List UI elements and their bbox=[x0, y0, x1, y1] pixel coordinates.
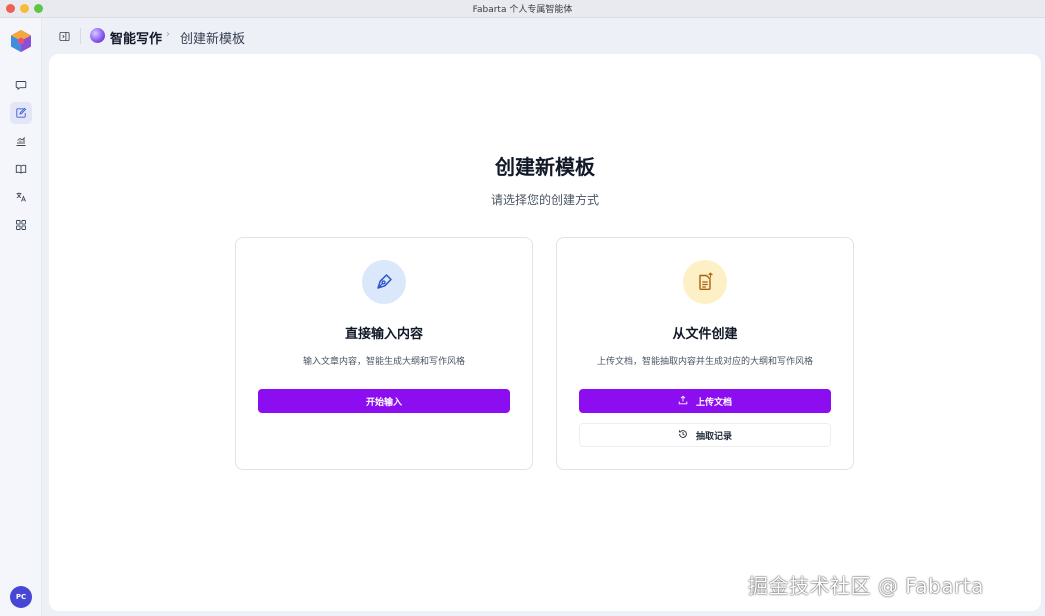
user-avatar[interactable]: PC bbox=[10, 586, 32, 608]
sidebar-toggle-icon bbox=[59, 27, 70, 46]
card-description: 输入文章内容，智能生成大纲和写作风格 bbox=[302, 357, 465, 367]
sidebar-item-apps[interactable] bbox=[10, 214, 32, 236]
document-upload-icon bbox=[683, 260, 727, 304]
card-title: 从文件创建 bbox=[672, 327, 738, 342]
divider bbox=[80, 28, 81, 44]
main-panel: 创建新模板 请选择您的创建方式 直接输入内容 输入文章内容，智能生成大纲和写作风… bbox=[49, 54, 1041, 611]
watermark: 掘金技术社区 @ Fabarta bbox=[748, 574, 984, 598]
card-description: 上传文档，智能抽取内容并生成对应的大纲和写作风格 bbox=[596, 357, 813, 367]
sidebar-item-chat[interactable] bbox=[10, 74, 32, 96]
button-label: 开始输入 bbox=[365, 396, 402, 407]
breadcrumb-current: 创建新模板 bbox=[180, 32, 246, 47]
page-title: 创建新模板 bbox=[495, 155, 595, 179]
upload-icon bbox=[678, 395, 688, 407]
toggle-sidebar-button[interactable] bbox=[57, 29, 71, 43]
window-title: Fabarta 个人专属智能体 bbox=[472, 5, 573, 15]
edit-document-icon bbox=[15, 104, 27, 123]
breadcrumb-bar: 智能写作 › 创建新模板 bbox=[43, 18, 1045, 54]
sidebar-item-writing[interactable] bbox=[10, 102, 32, 124]
chevron-right-icon: › bbox=[166, 29, 170, 40]
sidebar-item-translate[interactable] bbox=[10, 186, 32, 208]
start-input-button[interactable]: 开始输入 bbox=[258, 389, 510, 413]
pen-nib-icon bbox=[362, 260, 406, 304]
button-label: 抽取记录 bbox=[695, 430, 732, 441]
writing-agent-icon bbox=[90, 28, 105, 43]
apps-grid-icon bbox=[15, 216, 27, 235]
direct-input-card: 直接输入内容 输入文章内容，智能生成大纲和写作风格 开始输入 bbox=[235, 237, 533, 470]
chat-bubble-icon bbox=[15, 76, 27, 95]
app-logo-icon[interactable] bbox=[10, 29, 32, 53]
history-icon bbox=[678, 429, 688, 441]
file-create-card: 从文件创建 上传文档，智能抽取内容并生成对应的大纲和写作风格 上传文档 抽取记录 bbox=[556, 237, 854, 470]
window-titlebar: Fabarta 个人专属智能体 bbox=[0, 0, 1045, 18]
sidebar-item-analytics[interactable] bbox=[10, 130, 32, 152]
sidebar-item-knowledge[interactable] bbox=[10, 158, 32, 180]
minimize-window-button[interactable] bbox=[20, 4, 29, 13]
upload-document-button[interactable]: 上传文档 bbox=[579, 389, 831, 413]
sidebar: PC bbox=[0, 18, 42, 616]
card-title: 直接输入内容 bbox=[344, 327, 423, 342]
page-subtitle: 请选择您的创建方式 bbox=[490, 193, 599, 207]
zoom-window-button[interactable] bbox=[34, 4, 43, 13]
close-window-button[interactable] bbox=[6, 4, 15, 13]
breadcrumb-parent[interactable]: 智能写作 bbox=[110, 28, 162, 47]
window-controls bbox=[6, 4, 43, 13]
extraction-history-button[interactable]: 抽取记录 bbox=[579, 423, 831, 447]
book-icon bbox=[15, 160, 27, 179]
translate-icon bbox=[15, 188, 27, 207]
button-label: 上传文档 bbox=[695, 396, 732, 407]
bar-chart-icon bbox=[15, 132, 27, 151]
